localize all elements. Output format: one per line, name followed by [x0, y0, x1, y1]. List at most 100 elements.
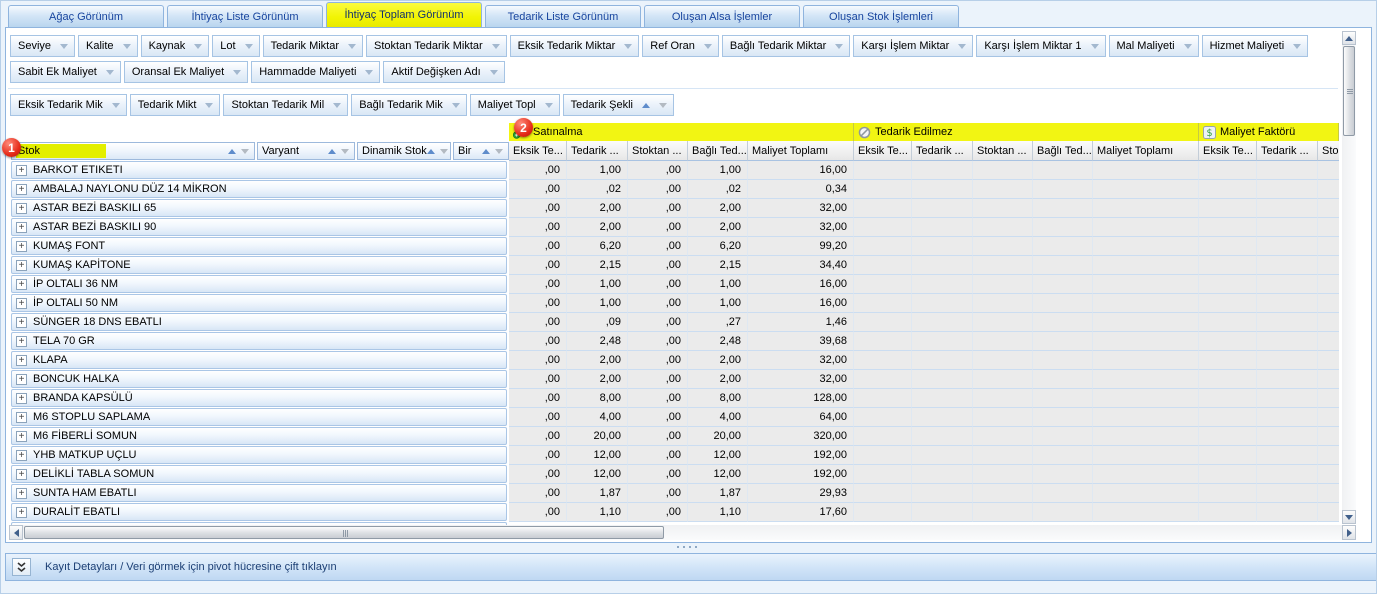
pivot-cell[interactable]: ,00 [628, 237, 688, 256]
row-header-i-p-oltali-36-nm[interactable]: +İP OLTALI 36 NM [11, 275, 507, 293]
pivot-cell[interactable]: ,00 [628, 180, 688, 199]
expand-icon[interactable]: + [16, 393, 27, 404]
sub-column-header-ba-l-ted[interactable]: Bağlı Ted... [688, 141, 748, 161]
pivot-cell[interactable] [912, 332, 973, 351]
pivot-cell[interactable] [912, 294, 973, 313]
row-field-header-bir[interactable]: Bir [453, 142, 509, 160]
vertical-scrollbar[interactable] [1342, 31, 1356, 524]
pivot-cell[interactable]: ,09 [567, 313, 628, 332]
pivot-cell[interactable]: ,00 [628, 332, 688, 351]
pivot-cell[interactable] [1199, 294, 1257, 313]
pivot-cell[interactable] [1318, 484, 1339, 503]
pivot-cell[interactable] [973, 218, 1033, 237]
pivot-cell[interactable] [1318, 408, 1339, 427]
pivot-cell[interactable] [1093, 427, 1199, 446]
expand-icon[interactable]: + [16, 203, 27, 214]
sub-column-header-stoktan[interactable]: Stoktan ... [628, 141, 688, 161]
pivot-cell[interactable] [1199, 370, 1257, 389]
pivot-cell[interactable]: 12,00 [688, 446, 748, 465]
record-details-bar[interactable]: Kayıt Detayları / Veri görmek için pivot… [5, 553, 1377, 581]
row-field-header-dinamik-stok[interactable]: Dinamik Stok [357, 142, 451, 160]
pivot-cell[interactable] [1318, 180, 1339, 199]
tab-i-htiya-toplam-g-r-n-m[interactable]: İhtiyaç Toplam Görünüm [326, 2, 482, 27]
field-button-stoktan-tedarik-miktar[interactable]: Stoktan Tedarik Miktar [366, 35, 507, 57]
row-header-tela-70-gr[interactable]: +TELA 70 GR [11, 332, 507, 350]
pivot-cell[interactable] [1257, 446, 1318, 465]
scroll-right-button[interactable] [1342, 525, 1356, 540]
pivot-cell[interactable] [854, 446, 912, 465]
pivot-cell[interactable]: ,00 [509, 370, 567, 389]
pivot-cell[interactable] [1093, 465, 1199, 484]
pivot-cell[interactable] [1199, 275, 1257, 294]
scroll-down-button[interactable] [1342, 510, 1356, 524]
pivot-cell[interactable] [973, 427, 1033, 446]
pivot-cell[interactable] [1318, 332, 1339, 351]
pivot-cell[interactable]: 2,00 [688, 218, 748, 237]
pivot-cell[interactable]: 2,00 [688, 351, 748, 370]
row-field-header-varyant[interactable]: Varyant [257, 142, 355, 160]
sub-column-header-eksik-te[interactable]: Eksik Te... [854, 141, 912, 161]
pivot-cell[interactable] [854, 465, 912, 484]
expand-icon[interactable]: + [16, 184, 27, 195]
pivot-cell[interactable] [854, 256, 912, 275]
pivot-cell[interactable] [854, 503, 912, 522]
pivot-cell[interactable]: ,02 [567, 180, 628, 199]
pivot-cell[interactable] [1033, 351, 1093, 370]
pivot-cell[interactable]: 1,46 [748, 313, 854, 332]
sub-column-header-eksik-te[interactable]: Eksik Te... [1199, 141, 1257, 161]
pivot-cell[interactable]: 320,00 [748, 427, 854, 446]
pivot-cell[interactable] [912, 370, 973, 389]
pivot-cell[interactable]: ,00 [509, 503, 567, 522]
pivot-cell[interactable] [1199, 218, 1257, 237]
row-header-boncuk-halka[interactable]: +BONCUK HALKA [11, 370, 507, 388]
pivot-cell[interactable] [1257, 294, 1318, 313]
pivot-cell[interactable]: ,00 [628, 313, 688, 332]
pivot-cell[interactable] [1199, 237, 1257, 256]
pivot-cell[interactable] [1257, 370, 1318, 389]
pivot-cell[interactable] [1033, 180, 1093, 199]
pivot-cell[interactable] [1257, 161, 1318, 180]
row-field-header-stok[interactable]: Stok [11, 142, 255, 160]
pivot-cell[interactable]: 128,00 [748, 389, 854, 408]
pivot-cell[interactable]: 2,00 [567, 351, 628, 370]
pivot-cell[interactable]: ,00 [628, 218, 688, 237]
pivot-cell[interactable]: ,00 [509, 294, 567, 313]
pivot-cell[interactable]: ,00 [509, 256, 567, 275]
pivot-cell[interactable] [1199, 427, 1257, 446]
pivot-cell[interactable] [1199, 180, 1257, 199]
pivot-cell[interactable] [973, 484, 1033, 503]
pivot-cell[interactable]: ,00 [628, 427, 688, 446]
pivot-cell[interactable]: ,00 [628, 351, 688, 370]
row-header-s-nger-18-dns-ebatli[interactable]: +SÜNGER 18 DNS EBATLI [11, 313, 507, 331]
pivot-cell[interactable]: ,00 [628, 161, 688, 180]
pivot-cell[interactable] [1033, 465, 1093, 484]
pivot-cell[interactable] [1199, 256, 1257, 275]
pivot-cell[interactable] [1199, 484, 1257, 503]
pivot-cell[interactable] [854, 332, 912, 351]
pivot-cell[interactable]: ,00 [509, 408, 567, 427]
pivot-cell[interactable] [1199, 161, 1257, 180]
pivot-cell[interactable]: 1,00 [567, 275, 628, 294]
pivot-cell[interactable] [1093, 218, 1199, 237]
pivot-cell[interactable] [1318, 199, 1339, 218]
pivot-cell[interactable] [854, 180, 912, 199]
row-header-branda-kaps-l[interactable]: +BRANDA KAPSÜLÜ [11, 389, 507, 407]
expand-icon[interactable]: + [16, 412, 27, 423]
expand-icon[interactable]: + [16, 431, 27, 442]
pivot-cell[interactable]: ,00 [509, 275, 567, 294]
pivot-cell[interactable] [1318, 370, 1339, 389]
field-button-tedarik-ekli[interactable]: Tedarik Şekli [563, 94, 674, 116]
sort-descending-icon[interactable] [341, 149, 349, 154]
pivot-cell[interactable] [1199, 465, 1257, 484]
pivot-cell[interactable] [1033, 389, 1093, 408]
pivot-cell[interactable]: 32,00 [748, 370, 854, 389]
tab-i-htiya-liste-g-r-n-m[interactable]: İhtiyaç Liste Görünüm [167, 5, 323, 27]
pivot-cell[interactable] [1318, 218, 1339, 237]
pivot-cell[interactable] [1257, 503, 1318, 522]
pivot-cell[interactable] [854, 161, 912, 180]
field-button-kalite[interactable]: Kalite [78, 35, 138, 57]
pivot-cell[interactable] [912, 389, 973, 408]
pivot-cell[interactable] [1033, 313, 1093, 332]
field-button-tedarik-miktar[interactable]: Tedarik Miktar [263, 35, 363, 57]
pivot-cell[interactable]: 99,20 [748, 237, 854, 256]
